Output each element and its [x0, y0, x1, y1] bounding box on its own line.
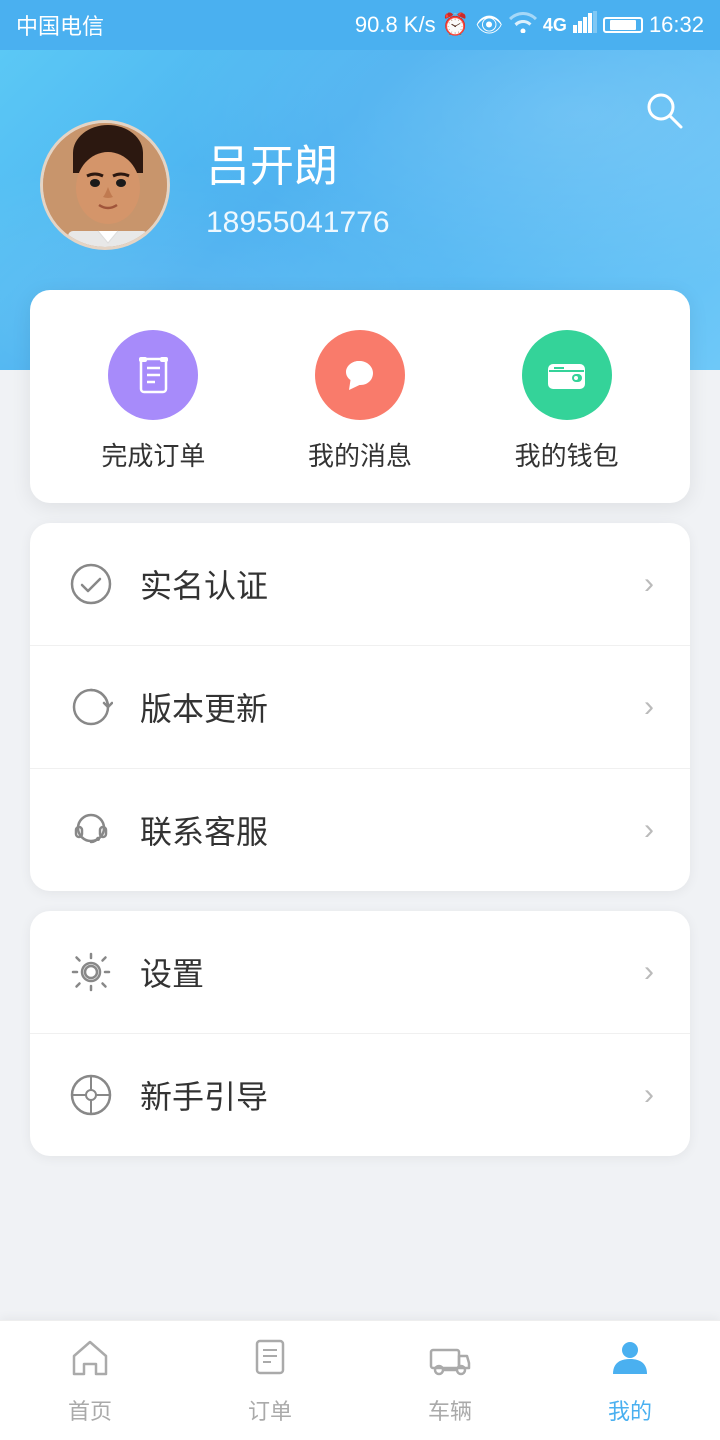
user-info: 吕开朗 18955041776	[206, 130, 390, 240]
menu-item-real-name[interactable]: 实名认证 ›	[30, 523, 690, 646]
guide-label: 新手引导	[140, 1072, 644, 1118]
nav-vehicle[interactable]: 车辆	[360, 1321, 540, 1440]
home-nav-label: 首页	[68, 1394, 112, 1426]
orders-icon	[108, 330, 198, 420]
wifi-icon	[509, 11, 537, 39]
service-label: 联系客服	[140, 807, 644, 853]
menu-item-update[interactable]: 版本更新 ›	[30, 646, 690, 769]
alarm-icon: ⏰	[442, 12, 469, 38]
quick-actions-card: 完成订单 我的消息	[30, 290, 690, 503]
orders-nav-icon	[249, 1336, 291, 1388]
messages-label: 我的消息	[308, 436, 412, 473]
service-icon	[66, 805, 116, 855]
update-icon	[66, 682, 116, 732]
user-phone-label: 18955041776	[206, 206, 390, 240]
orders-label: 完成订单	[101, 436, 205, 473]
wallet-icon	[522, 330, 612, 420]
update-label: 版本更新	[140, 684, 644, 730]
nav-mine[interactable]: 我的	[540, 1321, 720, 1440]
vehicle-nav-label: 车辆	[428, 1394, 472, 1426]
service-arrow: ›	[644, 813, 654, 847]
user-name-label: 吕开朗	[206, 130, 390, 194]
nav-orders[interactable]: 订单	[180, 1321, 360, 1440]
real-name-icon	[66, 559, 116, 609]
guide-arrow: ›	[644, 1078, 654, 1112]
battery-icon	[603, 17, 643, 33]
bottom-navigation: 首页 订单 车辆	[0, 1320, 720, 1440]
avatar[interactable]	[40, 120, 170, 250]
real-name-label: 实名认证	[140, 561, 644, 607]
signal-4g-icon: 4G	[543, 15, 567, 36]
quick-actions-list: 完成订单 我的消息	[50, 330, 670, 473]
messages-icon	[315, 330, 405, 420]
wallet-label: 我的钱包	[515, 436, 619, 473]
time-label: 16:32	[649, 12, 704, 38]
orders-nav-label: 订单	[248, 1394, 292, 1426]
settings-arrow: ›	[644, 955, 654, 989]
status-bar: 中国电信 90.8 K/s ⏰ 👁 4G 16:32	[0, 0, 720, 50]
guide-icon	[66, 1070, 116, 1120]
update-arrow: ›	[644, 690, 654, 724]
nav-home[interactable]: 首页	[0, 1321, 180, 1440]
menu-group-1: 实名认证 › 版本更新 › 联系客服 ›	[30, 523, 690, 891]
menu-item-service[interactable]: 联系客服 ›	[30, 769, 690, 891]
eye-icon: 👁	[475, 12, 503, 38]
search-button[interactable]	[644, 90, 684, 140]
menu-item-guide[interactable]: 新手引导 ›	[30, 1034, 690, 1156]
vehicle-icon	[429, 1336, 471, 1388]
mine-nav-label: 我的	[608, 1394, 652, 1426]
carrier-label: 中国电信	[16, 9, 104, 41]
menu-group-2: 设置 › 新手引导 ›	[30, 911, 690, 1156]
settings-label: 设置	[140, 949, 644, 995]
real-name-arrow: ›	[644, 567, 654, 601]
home-icon	[69, 1336, 111, 1388]
speed-label: 90.8 K/s	[355, 12, 436, 38]
status-bar-right: 90.8 K/s ⏰ 👁 4G 16:32	[355, 11, 704, 39]
signal-bar-icon	[573, 11, 597, 39]
settings-icon	[66, 947, 116, 997]
quick-item-wallet[interactable]: 我的钱包	[515, 330, 619, 473]
menu-item-settings[interactable]: 设置 ›	[30, 911, 690, 1034]
quick-item-messages[interactable]: 我的消息	[308, 330, 412, 473]
quick-item-orders[interactable]: 完成订单	[101, 330, 205, 473]
mine-icon	[609, 1336, 651, 1388]
